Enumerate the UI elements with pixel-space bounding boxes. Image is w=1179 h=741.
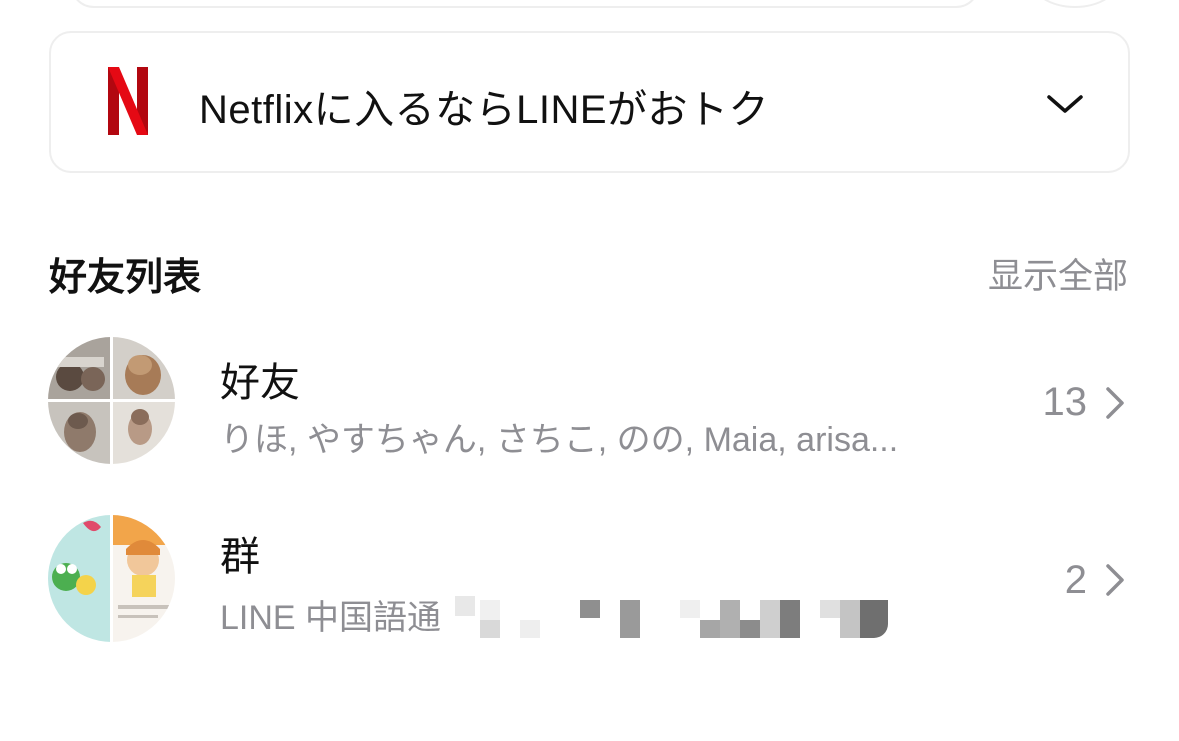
row-count: 2 [1064,558,1087,602]
row-title: 好友 [220,361,300,405]
show-all-link[interactable]: 显示全部 [988,248,1128,299]
banner-text: Netflixに入るならLINEがおトク [199,88,770,132]
row-count: 13 [1042,380,1088,424]
row-title: 群 [220,535,260,579]
groups-row[interactable]: 群 LINE 中国語通 2 [0,514,1179,642]
section-title: 好友列表 [49,257,202,299]
row-subtitle: りほ, やすちゃん, さちこ, のの, Maia, arisa... [220,421,899,459]
chevron-down-icon[interactable] [1045,89,1085,119]
netflix-banner[interactable]: Netflixに入るならLINEがおトク [49,31,1130,173]
netflix-logo-icon [108,67,148,135]
search-bar-edge[interactable] [70,0,980,8]
chevron-right-icon [1106,564,1124,596]
friends-avatar [48,337,175,464]
top-button-edge[interactable] [1030,0,1120,8]
friends-row[interactable]: 好友 りほ, やすちゃん, さちこ, のの, Maia, arisa... 13 [0,336,1179,464]
row-subtitle: LINE 中国語通 [220,599,442,637]
chevron-right-icon [1106,387,1124,419]
groups-avatar [48,515,175,642]
